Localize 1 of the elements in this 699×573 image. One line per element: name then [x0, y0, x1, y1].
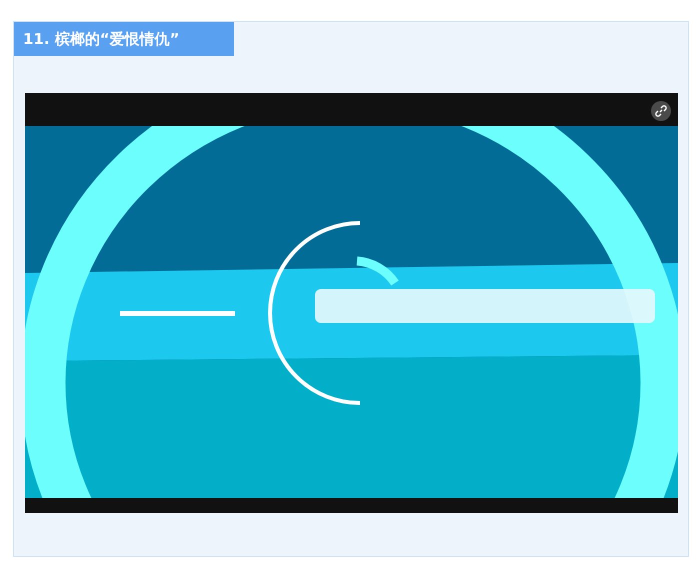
- section-heading: 11. 槟榔的“爱恨情仇”: [14, 22, 234, 56]
